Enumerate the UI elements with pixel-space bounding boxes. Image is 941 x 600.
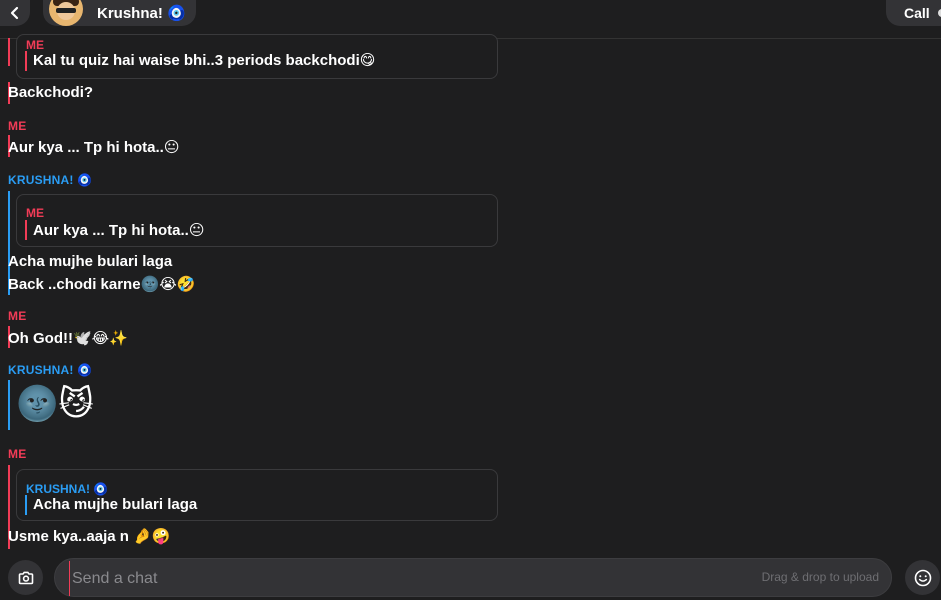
back-button[interactable]	[0, 0, 30, 26]
sender-label: ME	[8, 309, 27, 323]
sender-label: KRUSHNA! 🧿	[8, 363, 93, 377]
message-text: Back ..chodi karne🌚😭🤣	[8, 276, 196, 293]
camera-button[interactable]	[8, 560, 43, 595]
message-group-me	[8, 38, 12, 66]
sender-label: KRUSHNA! 🧿	[8, 173, 93, 187]
emoji-button[interactable]	[905, 560, 940, 595]
message-text: Aur kya ... Tp hi hota..😐	[8, 139, 180, 156]
message-text: Backchodi?	[8, 84, 94, 101]
sender-label: ME	[8, 447, 27, 461]
message-text: Acha mujhe bulari laga	[8, 253, 173, 270]
quote-sender: ME	[26, 38, 44, 52]
smiley-icon	[914, 569, 931, 586]
quote-text: Acha mujhe bulari laga	[33, 496, 198, 513]
chat-input-container[interactable]: Drag & drop to upload	[54, 558, 892, 597]
chat-composer: Drag & drop to upload	[0, 554, 941, 600]
avatar[interactable]	[49, 0, 83, 26]
quoted-message[interactable]: ME Kal tu quiz hai waise bhi..3 periods …	[16, 34, 498, 79]
chevron-left-icon	[10, 6, 19, 20]
quoted-message[interactable]: KRUSHNA! 🧿 Acha mujhe bulari laga	[16, 469, 498, 521]
drag-drop-hint: Drag & drop to upload	[761, 570, 879, 584]
sender-label: ME	[8, 119, 27, 133]
camera-icon	[18, 571, 33, 584]
quoted-message[interactable]: ME Aur kya ... Tp hi hota..😐	[16, 194, 498, 247]
call-label: Call	[904, 5, 930, 21]
quote-sender: ME	[26, 206, 44, 220]
message-list: ME Kal tu quiz hai waise bhi..3 periods …	[0, 34, 941, 554]
message-text: Oh God!!🕊️😂✨	[8, 330, 128, 347]
message-group-friend	[8, 380, 12, 430]
message-text: Usme kya..aaja n 🤌🤪	[8, 528, 171, 545]
contact-title-pill[interactable]: Krushna! 🧿	[43, 0, 196, 26]
quote-text: Aur kya ... Tp hi hota..😐	[33, 222, 205, 239]
quote-sender: KRUSHNA! 🧿	[26, 482, 109, 496]
quote-text: Kal tu quiz hai waise bhi..3 periods bac…	[33, 52, 376, 69]
chat-input[interactable]	[69, 561, 734, 596]
emoji-message: 🌚😼	[16, 385, 94, 423]
contact-name: Krushna! 🧿	[97, 5, 186, 22]
call-button[interactable]: Call	[886, 0, 941, 26]
